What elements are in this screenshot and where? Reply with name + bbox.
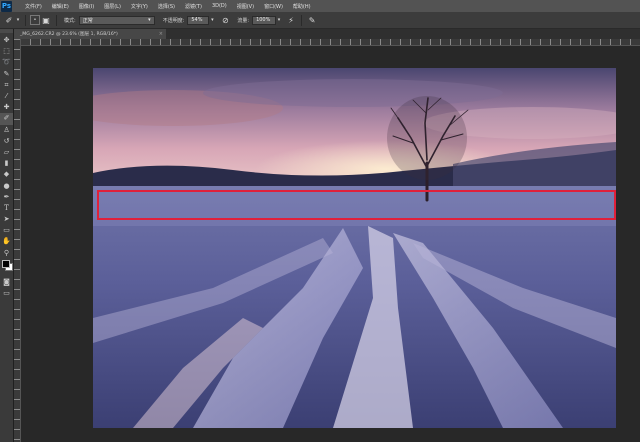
menu-help[interactable]: 帮助(H) [288,3,316,10]
panel-grip[interactable] [0,29,13,33]
brush-tool-icon[interactable]: ✐ [0,113,13,125]
document-tab[interactable]: _MG_6262.CR2 @ 23.6% (图层 1, RGB/16*) × [14,29,166,39]
mode-select-value: 正常 [82,17,93,24]
foreground-color-swatch[interactable] [2,259,10,268]
menu-image[interactable]: 图像(I) [74,3,99,10]
airbrush-icon[interactable]: ⚡ [285,14,297,26]
move-tool-icon[interactable]: ✥ [0,35,13,46]
pressure-size-icon[interactable]: ✎ [306,14,318,26]
divider [301,14,303,26]
selection-rectangle[interactable] [97,190,616,220]
crop-tool-icon[interactable]: ⌗ [0,80,13,91]
flow-field[interactable]: 100% [252,15,277,25]
opacity-value: 54% [191,17,203,23]
vertical-ruler[interactable] [14,39,21,442]
menu-3d[interactable]: 3D(D) [207,3,232,10]
divider [56,14,57,26]
menu-window[interactable]: 窗口(W) [259,3,288,10]
gradient-tool-icon[interactable]: ▮ [0,158,13,169]
photoshop-logo: Ps [1,0,12,12]
hand-tool-icon[interactable]: ✋ [0,236,13,247]
mode-select[interactable]: 正常 ▾ [78,15,155,25]
menu-items: 文件(F) 编辑(E) 图像(I) 图层(L) 文字(Y) 选择(S) 滤镜(T… [20,3,316,10]
pressure-opacity-icon[interactable]: ⊘ [219,14,231,26]
menu-file[interactable]: 文件(F) [20,3,47,10]
brush-size-icon[interactable]: • [30,15,40,25]
horizontal-ruler[interactable] [20,39,640,46]
flow-label: 流量: [237,17,250,24]
healing-brush-tool-icon[interactable]: ✚ [0,102,13,113]
close-icon[interactable]: × [159,31,163,37]
menu-filter[interactable]: 滤镜(T) [180,3,207,10]
brush-panel-icon[interactable]: ▣ [40,14,52,26]
brush-preset-icon[interactable]: ✐ [3,14,15,26]
chevron-down-icon[interactable]: ▾ [15,14,21,26]
document-tab-title: _MG_6262.CR2 @ 23.6% (图层 1, RGB/16*) [20,32,118,37]
type-tool-icon[interactable]: T [0,203,13,214]
lasso-tool-icon[interactable]: ➰ [0,57,13,68]
screen-mode-icon[interactable]: ▭ [0,288,13,299]
shape-tool-icon[interactable]: ▭ [0,225,13,236]
history-brush-tool-icon[interactable]: ↺ [0,136,13,147]
document-image[interactable] [93,68,616,428]
menu-bar: Ps 文件(F) 编辑(E) 图像(I) 图层(L) 文字(Y) 选择(S) 滤… [0,0,640,12]
color-swatches [0,259,13,277]
quick-select-tool-icon[interactable]: ✎ [0,69,13,80]
eyedropper-tool-icon[interactable]: ⁄ [0,91,13,102]
eraser-tool-icon[interactable]: ▱ [0,147,13,158]
tools-panel: ✥ ⬚ ➰ ✎ ⌗ ⁄ ✚ ✐ ♙ ↺ ▱ ▮ ◆ ● ✒ T ➤ ▭ ✋ ⚲ … [0,29,14,442]
chevron-down-icon[interactable]: ▾ [209,14,215,26]
opacity-label: 不透明度: [162,17,185,24]
marquee-tool-icon[interactable]: ⬚ [0,46,13,57]
quick-mask-icon[interactable]: ◙ [0,277,13,288]
menu-view[interactable]: 视图(V) [232,3,259,10]
mode-label: 模式: [64,17,76,24]
path-select-tool-icon[interactable]: ➤ [0,214,13,225]
divider [25,14,26,26]
options-bar: ✐ ▾ • ▣ 模式: 正常 ▾ 不透明度: 54% ▾ ⊘ 流量: 100% … [0,12,640,29]
chevron-down-icon: ▾ [148,17,151,23]
zoom-tool-icon[interactable]: ⚲ [0,248,13,259]
canvas-area[interactable] [21,46,640,442]
menu-type[interactable]: 文字(Y) [126,3,153,10]
chevron-down-icon[interactable]: ▾ [276,14,282,26]
clone-stamp-tool-icon[interactable]: ♙ [0,125,13,136]
dodge-tool-icon[interactable]: ● [0,180,13,191]
blur-tool-icon[interactable]: ◆ [0,169,13,180]
menu-select[interactable]: 选择(S) [153,3,180,10]
menu-edit[interactable]: 编辑(E) [47,3,74,10]
landscape-photo [93,68,616,428]
pen-tool-icon[interactable]: ✒ [0,192,13,203]
flow-value: 100% [256,17,271,23]
menu-layer[interactable]: 图层(L) [99,3,126,10]
opacity-field[interactable]: 54% [187,15,210,25]
document-tab-bar: _MG_6262.CR2 @ 23.6% (图层 1, RGB/16*) × [14,29,640,39]
